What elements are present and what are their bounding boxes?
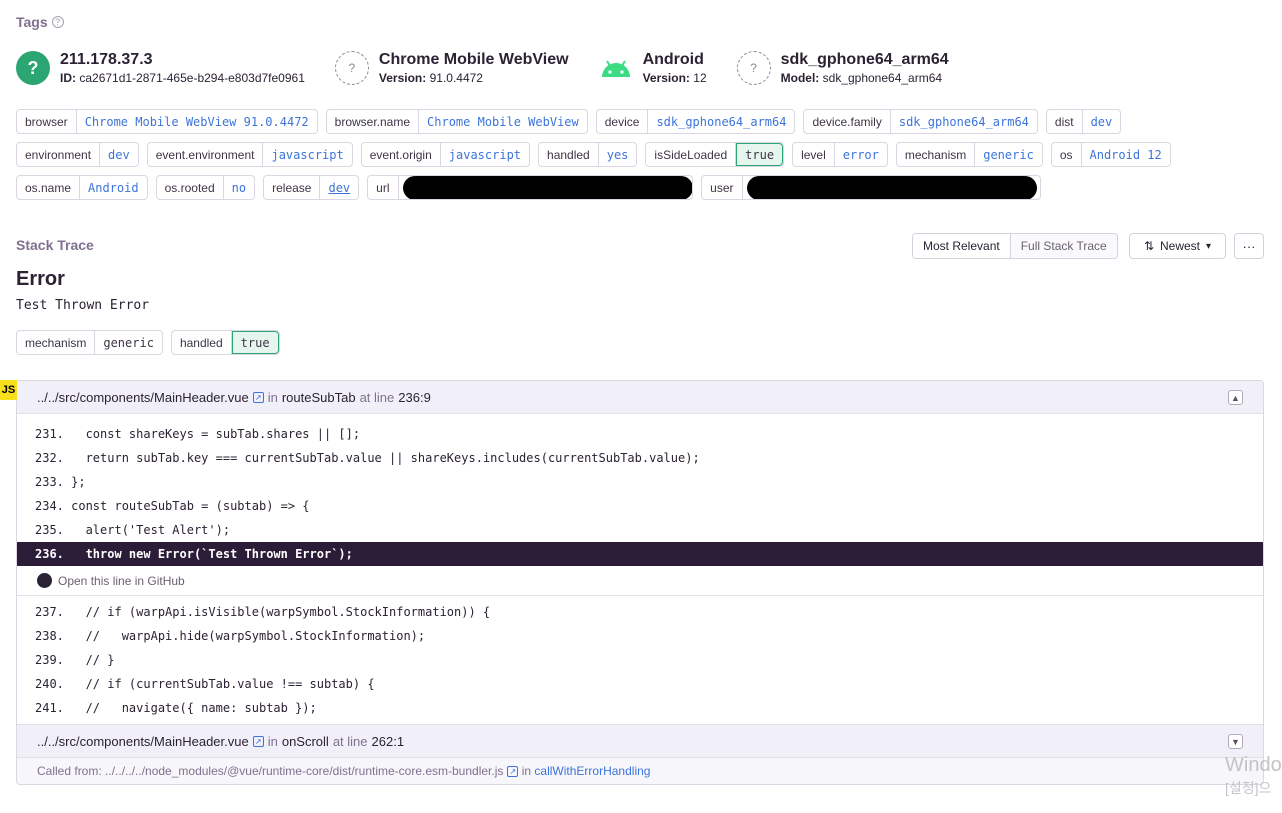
frame-file: ../../src/components/MainHeader.vue	[37, 389, 249, 405]
sort-icon: ⇅	[1143, 239, 1154, 253]
context-subtitle: ID: ca2671d1-2871-465e-b294-e803d7fe0961	[60, 71, 305, 85]
context-subtitle: Model: sdk_gphone64_arm64	[780, 71, 943, 85]
context-os[interactable]: Android Version: 12	[599, 50, 707, 86]
activation-watermark: Windo	[1225, 754, 1282, 776]
code-context: 231. const shareKeys = subTab.shares || …	[17, 414, 1263, 566]
context-subtitle: Version: 91.0.4472	[378, 71, 483, 85]
full-stack-trace-button[interactable]: Full Stack Trace	[1010, 234, 1117, 258]
code-line: 233. };	[35, 475, 86, 489]
called-file: ../../../../node_modules/@vue/runtime-co…	[105, 764, 504, 778]
tag-row: environment dev event.environment javascri…	[16, 142, 1256, 167]
frame-header[interactable]: ../../src/components/MainHeader.vue ↗ in…	[17, 381, 1263, 414]
unknown-icon: ?	[334, 51, 369, 85]
context-browser[interactable]: ? Chrome Mobile WebView Version: 91.0.44…	[334, 50, 569, 86]
expand-icon[interactable]: ▼	[1228, 734, 1243, 749]
tag-mechanism[interactable]: mechanism generic	[895, 142, 1043, 167]
context-title: sdk_gphone64_arm64	[780, 51, 949, 68]
code-line: 238. // warpApi.hide(warpSymbol.StockInf…	[35, 629, 426, 643]
tag-browser[interactable]: browser Chrome Mobile WebView 91.0.4472	[16, 109, 318, 134]
frame-line: 236:9	[398, 389, 431, 405]
github-link[interactable]: Open this line in GitHub	[17, 566, 1263, 596]
tag-user[interactable]: user	[701, 175, 1042, 200]
tag-browser-name[interactable]: browser.name Chrome Mobile WebView	[325, 109, 588, 134]
tag-dist[interactable]: dist dev	[1045, 109, 1122, 134]
context-title: 211.178.37.3	[60, 51, 153, 68]
github-icon	[37, 573, 52, 588]
tag-event-origin[interactable]: event.origin javascript	[360, 142, 531, 167]
android-icon	[599, 51, 633, 85]
active-code-line: 236. throw new Error(`Test Thrown Error`…	[17, 542, 1263, 566]
stack-trace-heading: Stack Trace	[16, 237, 94, 253]
context-title: Android	[642, 51, 704, 68]
stack-view-toggle: Most Relevant Full Stack Trace	[912, 233, 1118, 259]
tag-release[interactable]: release dev	[263, 175, 360, 200]
tag-row: os.name Android os.rooted no release dev ur…	[16, 175, 1256, 200]
code-line: 232. return subTab.key === currentSubTab…	[35, 451, 700, 465]
frame-line: 262:1	[371, 733, 405, 749]
sort-dropdown[interactable]: ⇅ Newest ▾	[1129, 233, 1226, 259]
redacted-value	[399, 176, 693, 199]
mechanism-tags: mechanism generic handled true	[16, 330, 280, 355]
redacted-value	[743, 176, 1041, 199]
tag-environment[interactable]: environment dev	[16, 142, 139, 167]
context-device[interactable]: ? sdk_gphone64_arm64 Model: sdk_gphone64…	[736, 50, 949, 86]
stack-frames: ../../src/components/MainHeader.vue ↗ in…	[16, 380, 1264, 785]
tag-os-name[interactable]: os.name Android	[16, 175, 148, 200]
mechanism-tag: mechanism generic	[16, 330, 163, 355]
tags-heading: Tags ?	[16, 14, 64, 30]
collapse-icon[interactable]: ▲	[1228, 390, 1243, 405]
tag-device[interactable]: device sdk_gphone64_arm64	[595, 109, 796, 134]
most-relevant-button[interactable]: Most Relevant	[913, 234, 1011, 258]
tag-level[interactable]: level error	[792, 142, 888, 167]
tag-event-environment[interactable]: event.environment javascript	[146, 142, 353, 167]
tag-os-rooted[interactable]: os.rooted no	[155, 175, 256, 200]
tag-url[interactable]: url	[367, 175, 694, 200]
context-summary: ? 211.178.37.3 ID: ca2671d1-2871-465e-b2…	[16, 50, 979, 86]
external-link-icon[interactable]: ↗	[252, 391, 264, 403]
called-from: Called from: ../../../../node_modules/@v…	[17, 758, 1263, 784]
external-link-icon[interactable]: ↗	[252, 735, 264, 747]
code-line: 237. // if (warpApi.isVisible(warpSymbol…	[35, 605, 491, 619]
frame-file: ../../src/components/MainHeader.vue	[37, 733, 249, 749]
tag-device-family[interactable]: device.family sdk_gphone64_arm64	[803, 109, 1038, 134]
unknown-icon: ?	[736, 51, 771, 85]
tag-os[interactable]: os Android 12	[1050, 142, 1171, 167]
code-line: 234. const routeSubTab = (subtab) => {	[35, 499, 310, 513]
handled-tag: handled true	[170, 330, 280, 355]
external-link-icon[interactable]: ↗	[507, 765, 519, 777]
code-line: 240. // if (currentSubTab.value !== subt…	[35, 677, 375, 691]
tag-handled[interactable]: handled yes	[538, 142, 638, 167]
error-type: Error	[16, 268, 65, 290]
code-line: 231. const shareKeys = subTab.shares || …	[35, 427, 361, 441]
chevron-down-icon: ▾	[1206, 240, 1212, 252]
activation-watermark-sub: [설정]으	[1225, 780, 1272, 796]
frame-function: onScroll	[281, 733, 329, 749]
question-circle-icon: ?	[16, 51, 50, 85]
tag-is-side-loaded[interactable]: isSideLoaded true	[645, 142, 785, 167]
code-line: 235. alert('Test Alert');	[35, 523, 231, 537]
help-icon[interactable]: ?	[51, 16, 64, 28]
more-options-button[interactable]: ···	[1234, 233, 1264, 259]
tag-list: browser Chrome Mobile WebView 91.0.4472 b…	[16, 109, 1256, 208]
context-subtitle: Version: 12	[642, 71, 707, 85]
called-function[interactable]: callWithErrorHandling	[534, 764, 650, 778]
error-value: Test Thrown Error	[16, 298, 150, 313]
context-title: Chrome Mobile WebView	[378, 51, 569, 68]
context-user[interactable]: ? 211.178.37.3 ID: ca2671d1-2871-465e-b2…	[16, 50, 305, 86]
tag-row: browser Chrome Mobile WebView 91.0.4472 b…	[16, 109, 1256, 134]
code-line: 239. // }	[35, 653, 115, 667]
frame-header[interactable]: ../../src/components/MainHeader.vue ↗ in…	[17, 725, 1263, 758]
platform-badge: JS	[0, 380, 17, 400]
code-line: 241. // navigate({ name: subtab });	[35, 701, 317, 715]
frame-function: routeSubTab	[281, 389, 356, 405]
code-context-after: 237. // if (warpApi.isVisible(warpSymbol…	[17, 596, 1263, 725]
